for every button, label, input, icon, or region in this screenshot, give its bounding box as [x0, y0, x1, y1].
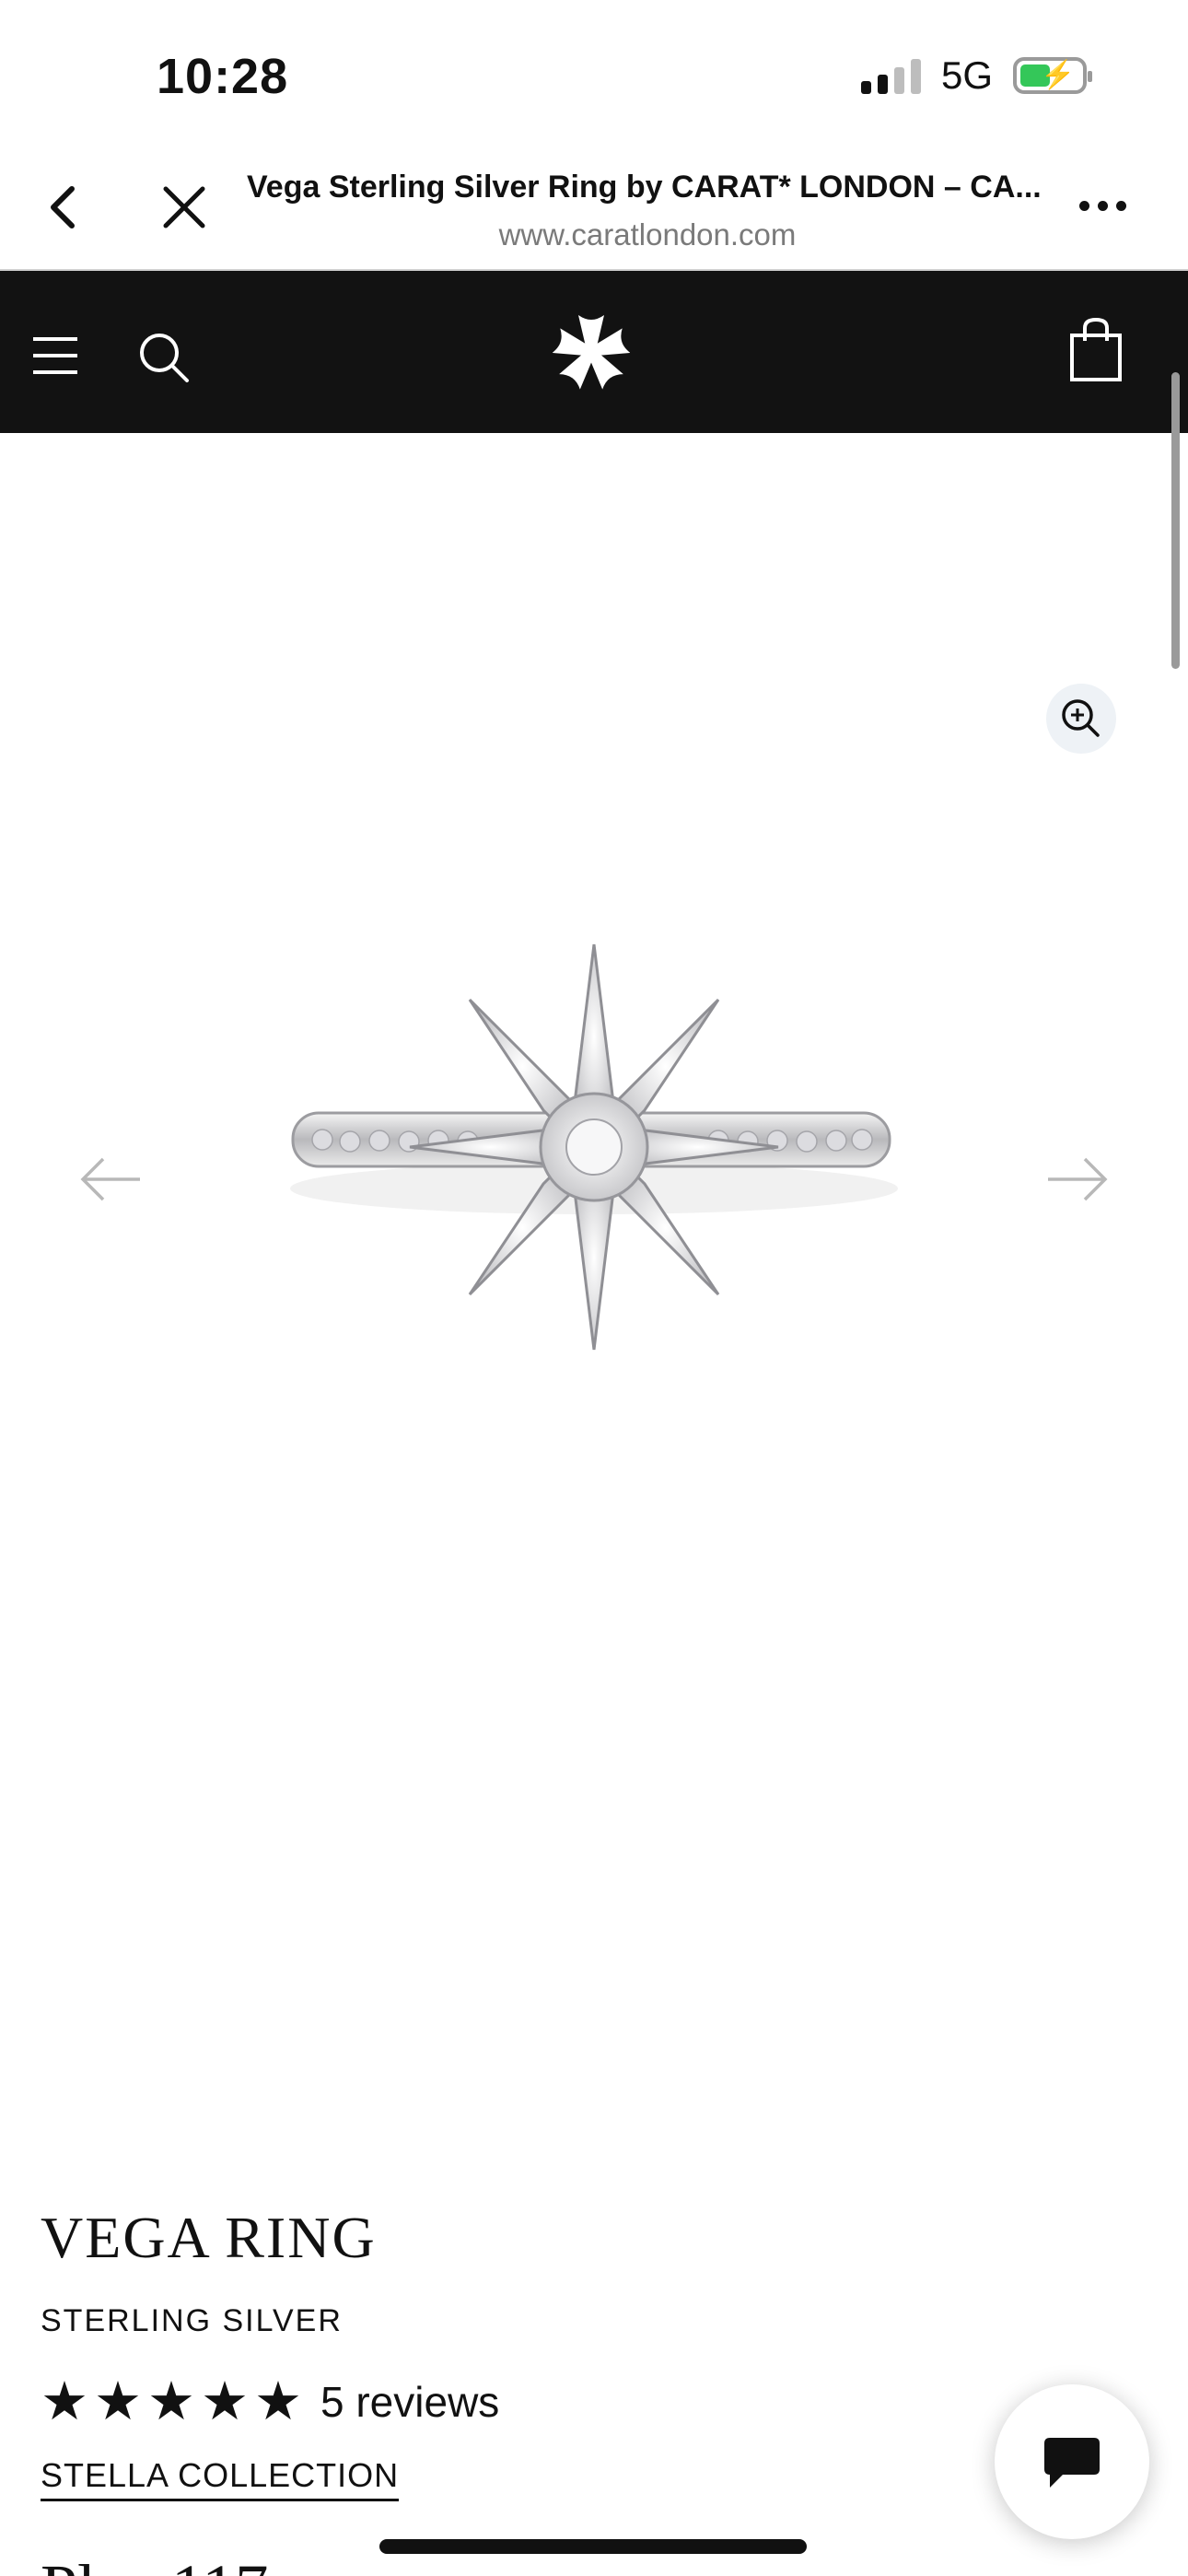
- chat-button[interactable]: [995, 2384, 1149, 2539]
- zoom-in-icon[interactable]: [1046, 684, 1116, 754]
- star-icon: ★: [147, 2371, 195, 2431]
- page-url[interactable]: www.caratlondon.com: [247, 217, 1048, 252]
- star-icon: ★: [41, 2371, 88, 2431]
- more-horizontal-icon[interactable]: [1079, 201, 1126, 211]
- product-price: Plus 117: [41, 2550, 268, 2576]
- menu-icon[interactable]: [33, 337, 79, 374]
- chat-bubble-icon: [1044, 2438, 1100, 2488]
- home-indicator: [379, 2539, 807, 2554]
- chevron-left-icon[interactable]: [37, 180, 92, 235]
- signal-icon: [860, 57, 921, 94]
- close-icon[interactable]: [157, 180, 212, 235]
- shopping-bag-icon[interactable]: [1068, 317, 1124, 383]
- battery-icon: ⚡: [1013, 57, 1092, 94]
- star-icon: ★: [94, 2371, 142, 2431]
- status-time: 10:28: [157, 49, 289, 104]
- product-name: VEGA RING: [41, 2205, 377, 2270]
- product-material: STERLING SILVER: [41, 2303, 343, 2338]
- arrow-right-icon[interactable]: [1044, 1155, 1109, 1203]
- collection-link[interactable]: STELLA COLLECTION: [41, 2456, 400, 2501]
- search-icon[interactable]: [136, 330, 192, 385]
- carat-logo[interactable]: [552, 313, 631, 391]
- star-icon: ★: [201, 2371, 249, 2431]
- arrow-left-icon[interactable]: [79, 1155, 144, 1203]
- product-image[interactable]: [276, 940, 912, 1400]
- status-indicators: 5G ⚡: [860, 53, 1092, 98]
- star-icon: ★: [254, 2371, 302, 2431]
- page-title: Vega Sterling Silver Ring by CARAT* LOND…: [247, 170, 1042, 205]
- scrollbar[interactable]: [1171, 372, 1180, 669]
- product-rating[interactable]: ★ ★ ★ ★ ★ 5 reviews: [41, 2375, 499, 2429]
- network-type: 5G: [940, 53, 993, 97]
- reviews-link[interactable]: 5 reviews: [320, 2377, 499, 2427]
